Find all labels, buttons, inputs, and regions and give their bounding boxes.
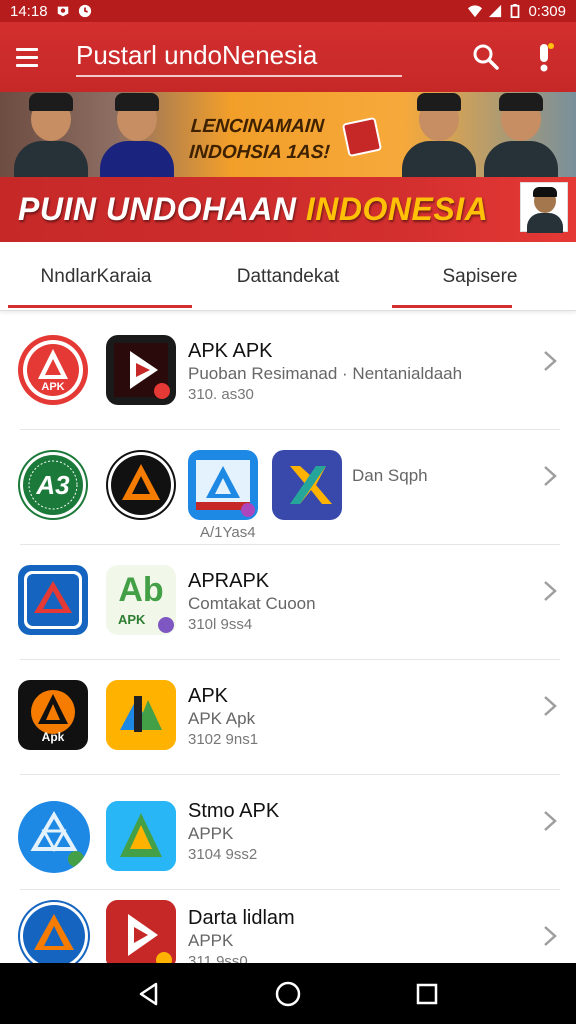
red-play-app-icon <box>106 900 176 963</box>
tab-3[interactable]: Sapisere <box>384 243 576 310</box>
orange-a-icon <box>106 450 176 520</box>
app-title: APK APK <box>188 340 273 362</box>
chevron-right-icon <box>544 926 557 946</box>
banner-subtitle: LENCINAMAIN INDOHSIA 1AS! <box>188 116 331 163</box>
app-subtitle: Puoban Resimanad · Nentanialdaah <box>188 364 463 383</box>
alert-icon <box>540 43 554 72</box>
chevron-right-icon <box>544 581 557 601</box>
banner-badge-icon <box>341 116 383 158</box>
alert-button[interactable] <box>528 41 560 73</box>
chevron-right-icon <box>544 466 557 486</box>
search-button[interactable] <box>470 41 502 73</box>
list-item[interactable]: A3 Dan Sqph A/1Yas4 <box>0 430 576 545</box>
app-meta: 3102 9ns1 <box>188 731 259 748</box>
yellow-a-app-icon <box>106 680 176 750</box>
menu-button[interactable] <box>16 39 52 75</box>
play-app-icon <box>106 335 176 405</box>
blue-green-a-icon <box>106 801 176 871</box>
app-meta: 310l 9ss4 <box>188 616 253 633</box>
back-icon <box>140 982 158 1005</box>
banner-avatar <box>520 182 568 233</box>
chevron-right-icon <box>544 351 557 371</box>
menu-icon <box>16 47 38 51</box>
app-list: APK APK APK Puoban Resimanad · Nentanial… <box>0 315 576 963</box>
tab-bar: NndlarKaraia Dattandekat Sapisere <box>0 243 576 311</box>
signal-icon <box>489 4 502 18</box>
app-subtitle: Comtakat Cuoon <box>188 594 316 613</box>
banner-person <box>14 93 88 181</box>
notification-icon <box>57 6 68 17</box>
list-item[interactable]: APK APK APK Puoban Resimanad · Nentanial… <box>0 315 576 430</box>
banner-title-strip: PUIN UNDOHAAN INDONESIA <box>0 177 576 242</box>
list-item[interactable]: Apk APK APK Apk 3102 9ns1 <box>0 660 576 775</box>
app-meta: 311 9ss0 <box>188 953 248 963</box>
battery-icon <box>511 4 520 18</box>
blue-a-app-icon <box>188 450 258 520</box>
blue-cube-icon <box>18 801 90 873</box>
recents-button[interactable] <box>407 974 447 1014</box>
promo-banner[interactable]: LENCINAMAIN INDOHSIA 1AS! PUIN UNDOHAAN … <box>0 92 576 242</box>
banner-photo: LENCINAMAIN INDOHSIA 1AS! <box>0 92 576 181</box>
app-meta: 310. as30 <box>188 386 254 403</box>
search-icon <box>473 44 499 70</box>
app-title: Stmo APK <box>188 800 280 822</box>
as-green-icon: A3 <box>18 450 88 520</box>
system-nav-bar <box>0 963 576 1024</box>
tab-1[interactable]: NndlarKaraia <box>0 243 192 310</box>
list-item[interactable]: Stmo APK APPK 3104 9ss2 <box>0 775 576 890</box>
banner-person <box>100 93 174 181</box>
chevron-right-icon <box>544 811 557 831</box>
status-time: 14:18 <box>10 2 48 20</box>
tab-indicator <box>8 305 192 308</box>
app-under-label: A/1Yas4 <box>200 524 256 541</box>
status-bar: 14:18 0:309 <box>0 0 576 22</box>
banner-person <box>402 93 476 181</box>
app-subtitle: APPK <box>188 931 234 950</box>
app-subtitle: APK Apk <box>188 709 256 728</box>
back-button[interactable] <box>129 974 169 1014</box>
app-bar: Pustarl undoNenesia <box>0 22 576 92</box>
apk-red-icon: APK <box>18 335 88 405</box>
banner-person <box>484 93 558 181</box>
search-field[interactable]: Pustarl undoNenesia <box>76 37 402 77</box>
blue-orange-a-icon <box>18 900 90 963</box>
banner-title: PUIN UNDOHAAN INDONESIA <box>18 191 489 227</box>
apk-orange-icon: Apk <box>18 680 88 750</box>
home-button[interactable] <box>268 974 308 1014</box>
app-title: Darta lidlam <box>188 907 295 929</box>
home-icon <box>275 981 301 1006</box>
app-side-label: Dan Sqph <box>352 466 428 485</box>
x-app-icon <box>272 450 342 520</box>
ab-green-icon: Ab APK <box>106 565 176 635</box>
list-item[interactable]: Ab APK APRAPK Comtakat Cuoon 310l 9ss4 <box>0 545 576 660</box>
blue-triangle-icon <box>18 565 88 635</box>
tab-2[interactable]: Dattandekat <box>192 243 384 310</box>
chevron-right-icon <box>544 696 557 716</box>
tab-indicator <box>392 305 512 308</box>
recents-icon <box>416 983 437 1004</box>
app-subtitle: APPK <box>188 824 234 843</box>
app-title: APRAPK <box>188 570 270 592</box>
list-item[interactable]: Darta lidlam APPK 311 9ss0 <box>0 890 576 963</box>
wifi-icon <box>468 5 483 18</box>
app-title: APK <box>188 685 229 707</box>
battery-text: 0:309 <box>528 2 566 20</box>
clock-icon <box>78 4 91 18</box>
app-meta: 3104 9ss2 <box>188 846 258 863</box>
